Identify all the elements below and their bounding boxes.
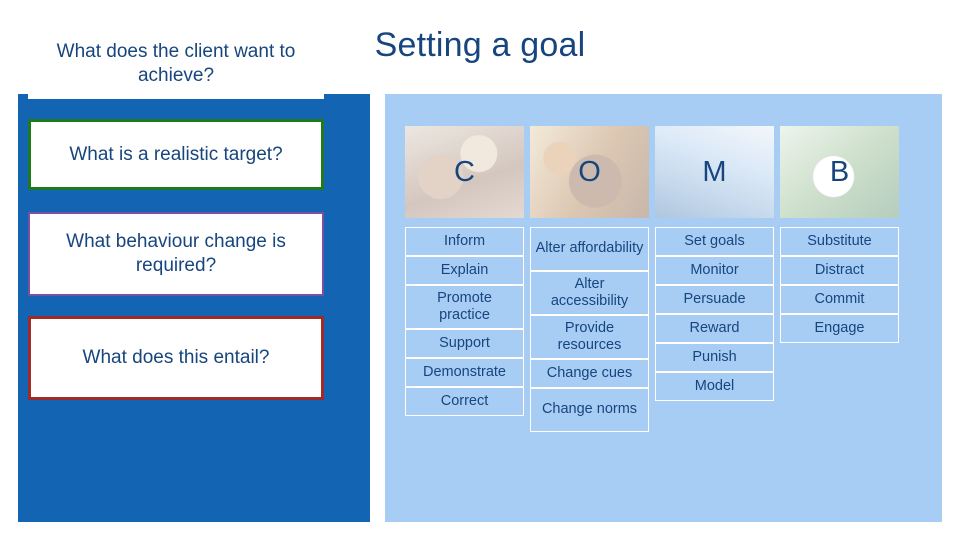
list-item: Provide resources [530,315,649,359]
list-item: Model [655,372,774,401]
list-item: Alter accessibility [530,271,649,315]
list-item: Alter affordability [530,227,649,271]
list-item: Explain [405,256,524,285]
column-letter-b: B [829,155,850,188]
question-box-3: What behaviour change is required? [28,212,324,296]
list-item: Correct [405,387,524,416]
com-b-grid: C Inform Explain Promote practice Suppor… [405,126,942,432]
column-header-o: O [530,126,649,218]
com-b-column-b: B Substitute Distract Commit Engage [780,126,899,432]
list-item: Engage [780,314,899,343]
column-header-m: M [655,126,774,218]
list-item: Inform [405,227,524,256]
list-item: Monitor [655,256,774,285]
com-b-column-o: O Alter affordability Alter accessibilit… [530,126,649,432]
list-item: Set goals [655,227,774,256]
list-item: Change norms [530,388,649,432]
question-label-2: What is a realistic target? [69,143,283,165]
question-box-4: What does this entail? [28,316,324,400]
list-item: Commit [780,285,899,314]
list-item: Punish [655,343,774,372]
list-item: Substitute [780,227,899,256]
list-item: Change cues [530,359,649,388]
question-box-1: What does the client want to achieve? [28,28,324,99]
question-label-1: What does the client want to achieve? [56,40,296,86]
com-b-column-m: M Set goals Monitor Persuade Reward Puni… [655,126,774,432]
column-letter-m: M [702,155,727,188]
column-header-c: C [405,126,524,218]
question-label-3: What behaviour change is required? [66,231,286,276]
column-header-b: B [780,126,899,218]
com-b-column-c: C Inform Explain Promote practice Suppor… [405,126,524,432]
question-box-2: What is a realistic target? [28,119,324,190]
list-item: Demonstrate [405,358,524,387]
column-letter-c: C [454,155,475,188]
list-item: Reward [655,314,774,343]
list-item: Persuade [655,285,774,314]
column-letter-o: O [578,155,601,188]
question-label-4: What does this entail? [82,347,270,369]
list-item: Promote practice [405,285,524,329]
list-item: Distract [780,256,899,285]
list-item: Support [405,329,524,358]
